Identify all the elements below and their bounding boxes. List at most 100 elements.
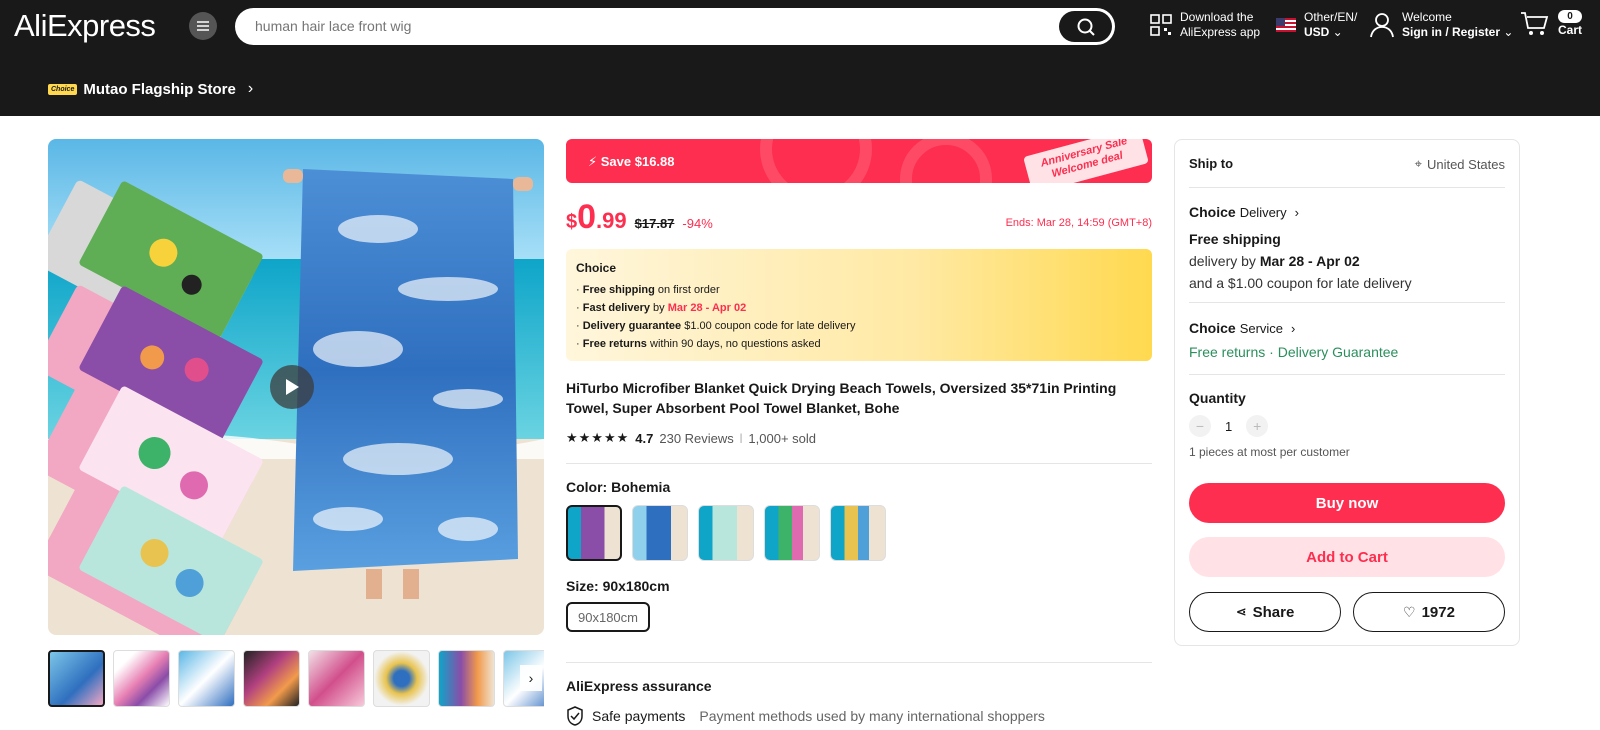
color-label: Color: Bohemia <box>566 479 671 495</box>
download-line1: Download the <box>1180 10 1254 24</box>
delivery-window: delivery by Mar 28 - Apr 02 <box>1189 250 1505 272</box>
divider <box>1189 187 1505 188</box>
search-input[interactable] <box>255 16 1035 36</box>
thumbnail[interactable] <box>113 650 170 707</box>
region-line1: Other/EN/ <box>1304 10 1358 24</box>
divider <box>1189 374 1505 375</box>
wishlist-button[interactable]: ♡ 1972 <box>1353 592 1505 632</box>
choice-delivery-link[interactable]: Choice Delivery › <box>1189 204 1505 220</box>
decrease-quantity-button[interactable]: − <box>1189 415 1211 437</box>
divider: | <box>739 432 743 444</box>
wishlist-count: 1972 <box>1421 603 1455 621</box>
benefit-label: Fast delivery <box>582 302 650 314</box>
play-icon <box>286 379 299 395</box>
play-video-button[interactable] <box>270 365 314 409</box>
add-to-cart-button[interactable]: Add to Cart <box>1189 537 1505 577</box>
benefit-label: Delivery guarantee <box>582 320 682 332</box>
user-icon <box>1370 13 1394 38</box>
qr-code-icon <box>1150 14 1172 36</box>
color-option[interactable] <box>764 505 820 561</box>
color-option[interactable] <box>632 505 688 561</box>
color-option-bohemia[interactable] <box>566 505 622 561</box>
color-option[interactable] <box>698 505 754 561</box>
chevron-down-icon: ⌄ <box>1500 25 1514 39</box>
cart-link[interactable]: 0 Cart <box>1520 10 1583 38</box>
size-option[interactable]: 90x180cm <box>566 602 650 632</box>
thumbnail-next-button[interactable]: › <box>520 665 542 691</box>
rating-value: 4.7 <box>635 430 654 446</box>
top-header: AliExpress Download theAliExpress app Ot… <box>0 0 1600 116</box>
thumbnail[interactable] <box>48 650 105 707</box>
choice-benefits-box: Choice · Free shipping on first order · … <box>566 249 1152 361</box>
assurance-title: AliExpress assurance <box>566 678 712 694</box>
reviews-link[interactable]: 230 Reviews <box>659 431 733 446</box>
benefit-desc: $1.00 coupon code for late delivery <box>681 320 856 332</box>
safe-payments-desc: Payment methods used by many internation… <box>699 708 1045 724</box>
chevron-down-icon: ⌄ <box>1329 25 1343 39</box>
quantity-stepper: − 1 + <box>1189 415 1505 437</box>
download-line2: AliExpress app <box>1180 25 1261 39</box>
save-amount: ⚡ Save $16.88 <box>588 154 675 170</box>
sold-count: 1,000+ sold <box>748 430 816 446</box>
purchase-panel: Ship to ⌖ United States Choice Delivery ›… <box>1174 139 1520 646</box>
buy-now-button[interactable]: Buy now <box>1189 483 1505 523</box>
increase-quantity-button[interactable]: + <box>1246 415 1269 437</box>
price-row: $0.99 $17.87 -94% <box>566 198 713 237</box>
color-swatches <box>566 505 886 561</box>
benefit-free-returns: · Free returns within 90 days, no questi… <box>576 338 821 350</box>
benefit-desc: within 90 days, no questions asked <box>646 338 821 350</box>
thumbnail[interactable] <box>308 650 365 707</box>
welcome-text: Welcome <box>1402 10 1452 24</box>
delivery-by: delivery by <box>1189 253 1260 269</box>
search-icon <box>1077 18 1095 36</box>
free-shipping-text: Free shipping <box>1189 231 1281 247</box>
lightning-icon: ⚡ <box>588 154 598 169</box>
benefit-dates: Mar 28 - Apr 02 <box>667 302 747 314</box>
benefit-label: Free returns <box>582 338 647 350</box>
download-app-link[interactable]: Download the AliExpress app <box>1150 10 1260 40</box>
shield-check-icon <box>567 706 583 726</box>
delivery-guarantee-text: Delivery Guarantee <box>1277 344 1399 360</box>
rating-row: ★★★★★ 4.7 230 Reviews | 1,000+ sold <box>566 430 816 446</box>
divider <box>1189 302 1505 303</box>
benefit-desc: on first order <box>654 284 720 296</box>
delivery-label: Delivery <box>1239 204 1287 220</box>
divider <box>566 463 1152 464</box>
main-product-image[interactable] <box>48 139 544 635</box>
quantity-value[interactable]: 1 <box>1225 419 1232 434</box>
store-link[interactable]: Choice Mutao Flagship Store › <box>48 80 253 98</box>
hamburger-icon <box>197 21 209 31</box>
location-pin-icon: ⌖ <box>1414 156 1422 171</box>
safe-payments-row: Safe payments Payment methods used by ma… <box>566 706 1045 726</box>
free-returns-text: Free returns <box>1189 344 1266 360</box>
color-option[interactable] <box>830 505 886 561</box>
aliexpress-logo[interactable]: AliExpress <box>14 8 156 44</box>
choice-word: Choice <box>1189 320 1236 336</box>
ship-to-row[interactable]: Ship to ⌖ United States <box>1189 156 1505 172</box>
ship-country: United States <box>1426 156 1505 172</box>
account-menu[interactable]: Welcome Sign in / Register ⌄ <box>1370 10 1513 40</box>
currency-label: USD <box>1304 25 1330 39</box>
search-button[interactable] <box>1059 11 1112 42</box>
share-icon: ⋖ <box>1235 604 1247 619</box>
us-flag-icon <box>1276 18 1296 32</box>
chevron-right-icon: › <box>1294 204 1299 220</box>
thumbnail[interactable] <box>178 650 235 707</box>
star-rating-icon: ★★★★★ <box>566 430 630 445</box>
service-details: Free returns · Delivery Guarantee <box>1189 344 1505 362</box>
share-button[interactable]: ⋖ Share <box>1189 592 1341 632</box>
thumbnail[interactable] <box>438 650 495 707</box>
choice-service-link[interactable]: Choice Service › <box>1189 320 1505 336</box>
thumbnail[interactable] <box>243 650 300 707</box>
late-coupon-text: and a $1.00 coupon for late delivery <box>1189 275 1412 291</box>
benefit-free-shipping: · Free shipping on first order <box>576 284 720 296</box>
sign-in-register[interactable]: Sign in / Register <box>1402 25 1500 39</box>
choice-title: Choice <box>576 261 617 275</box>
quantity-limit-text: 1 pieces at most per customer <box>1189 445 1350 459</box>
safe-payments-label: Safe payments <box>592 708 686 724</box>
region-selector[interactable]: Other/EN/USD ⌄ <box>1276 10 1357 40</box>
cart-count-badge: 0 <box>1558 10 1583 23</box>
menu-button[interactable] <box>189 12 217 40</box>
thumbnail[interactable] <box>373 650 430 707</box>
store-name: Mutao Flagship Store <box>83 80 236 98</box>
